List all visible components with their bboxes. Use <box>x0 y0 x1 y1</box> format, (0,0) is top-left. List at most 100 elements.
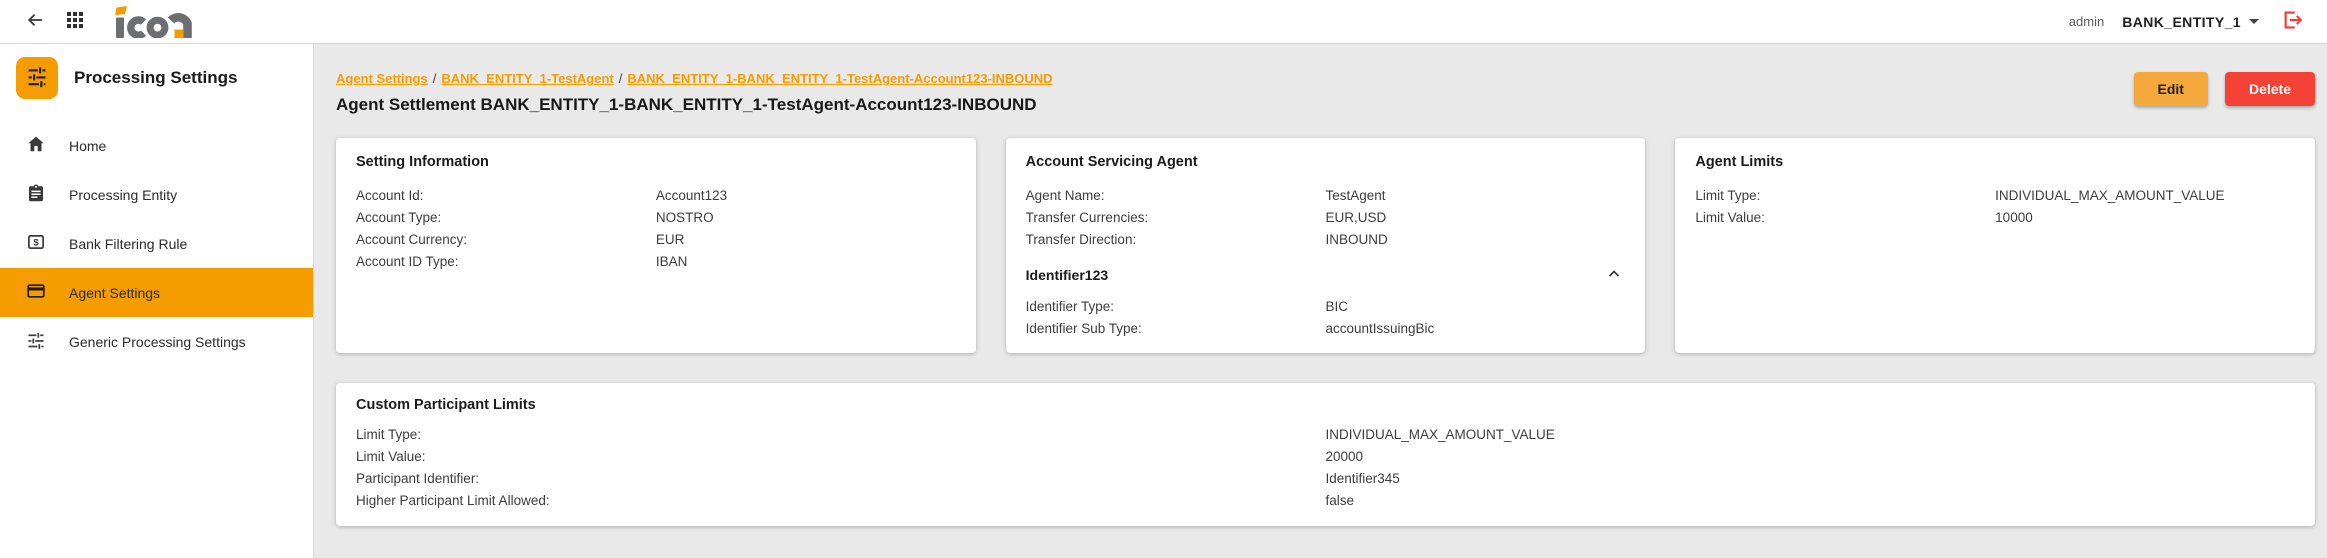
field-value: 10000 <box>1995 207 2295 229</box>
field-label: Transfer Direction: <box>1026 229 1326 251</box>
agent-limits-card: Agent Limits Limit Type:INDIVIDUAL_MAX_A… <box>1675 138 2315 353</box>
sidebar-item-label: Home <box>69 138 106 154</box>
field-label: Account ID Type: <box>356 251 656 273</box>
entity-selector[interactable]: BANK_ENTITY_1 <box>2122 14 2259 30</box>
breadcrumb-separator: / <box>433 71 437 86</box>
field-label: Limit Value: <box>1695 207 1995 229</box>
card-title: Account Servicing Agent <box>1026 154 1626 170</box>
field-label: Agent Name: <box>1026 185 1326 207</box>
sidebar-item-label: Generic Processing Settings <box>69 334 246 350</box>
sidebar-item-agent-settings[interactable]: Agent Settings <box>0 268 313 317</box>
cards-row: Setting Information Account Id:Account12… <box>336 138 2315 353</box>
field-row: Account Currency:EUR <box>356 229 956 251</box>
field-row: Account Type:NOSTRO <box>356 207 956 229</box>
field-row: Transfer Direction:INBOUND <box>1026 229 1626 251</box>
dollar-box-icon: $ <box>26 232 46 255</box>
edit-button[interactable]: Edit <box>2134 72 2208 106</box>
field-label: Higher Participant Limit Allowed: <box>356 490 1326 512</box>
field-label: Limit Type: <box>356 424 1326 446</box>
field-row: Limit Type:INDIVIDUAL_MAX_AMOUNT_VALUE <box>1695 185 2295 207</box>
field-value: false <box>1326 490 2296 512</box>
field-value: EUR,USD <box>1326 207 1626 229</box>
sidebar: Processing Settings Home Processing Enti… <box>0 44 314 558</box>
field-row: Limit Value:20000 <box>356 446 2295 468</box>
clipboard-icon <box>26 183 46 206</box>
field-row: Account Id:Account123 <box>356 185 956 207</box>
breadcrumb-link-settlement[interactable]: BANK_ENTITY_1-BANK_ENTITY_1-TestAgent-Ac… <box>627 71 1052 86</box>
field-value: BIC <box>1326 296 1626 318</box>
svg-text:$: $ <box>33 237 39 248</box>
breadcrumb-separator: / <box>619 71 623 86</box>
field-row: Account ID Type:IBAN <box>356 251 956 273</box>
sidebar-header: Processing Settings <box>0 44 313 113</box>
back-button[interactable] <box>20 7 50 37</box>
apps-menu-button[interactable] <box>60 7 90 37</box>
sidebar-item-processing-entity[interactable]: Processing Entity <box>0 170 313 219</box>
field-value: INDIVIDUAL_MAX_AMOUNT_VALUE <box>1326 424 2296 446</box>
field-label: Account Id: <box>356 185 656 207</box>
sidebar-item-generic-processing-settings[interactable]: Generic Processing Settings <box>0 317 313 366</box>
app-logo <box>114 6 214 38</box>
field-label: Account Type: <box>356 207 656 229</box>
custom-participant-limits-card: Custom Participant Limits Limit Type:IND… <box>336 383 2315 526</box>
processing-settings-tile <box>16 57 58 99</box>
topbar: admin BANK_ENTITY_1 <box>0 0 2327 44</box>
field-row: Transfer Currencies:EUR,USD <box>1026 207 1626 229</box>
sidebar-item-label: Agent Settings <box>69 285 160 301</box>
sidebar-item-bank-filtering-rule[interactable]: $ Bank Filtering Rule <box>0 219 313 268</box>
logout-icon <box>2281 9 2303 34</box>
field-row: Limit Value:10000 <box>1695 207 2295 229</box>
sidebar-item-home[interactable]: Home <box>0 121 313 170</box>
header-actions: Edit Delete <box>2134 72 2315 106</box>
breadcrumb-link-agent-settings[interactable]: Agent Settings <box>336 71 428 86</box>
field-row: Participant Identifier:Identifier345 <box>356 468 2295 490</box>
field-value: Identifier345 <box>1326 468 2296 490</box>
card-title: Custom Participant Limits <box>356 397 2295 413</box>
entity-name: BANK_ENTITY_1 <box>2122 14 2241 30</box>
field-value: EUR <box>656 229 956 251</box>
field-label: Identifier Type: <box>1026 296 1326 318</box>
main-content: Agent Settings / BANK_ENTITY_1-TestAgent / B… <box>314 44 2327 558</box>
field-value: INBOUND <box>1326 229 1626 251</box>
sidebar-nav: Home Processing Entity $ <box>0 121 313 366</box>
field-label: Identifier Sub Type: <box>1026 318 1326 340</box>
field-row: Limit Type:INDIVIDUAL_MAX_AMOUNT_VALUE <box>356 424 2295 446</box>
back-arrow-icon <box>25 10 45 33</box>
sidebar-title: Processing Settings <box>74 68 237 88</box>
identifier-section-header: Identifier123 <box>1026 264 1626 286</box>
setting-information-card: Setting Information Account Id:Account12… <box>336 138 976 353</box>
page-header: Agent Settings / BANK_ENTITY_1-TestAgent / B… <box>336 70 2315 115</box>
apps-grid-icon <box>66 11 84 32</box>
field-label: Limit Type: <box>1695 185 1995 207</box>
field-value: accountIssuingBic <box>1326 318 1626 340</box>
breadcrumb: Agent Settings / BANK_ENTITY_1-TestAgent / B… <box>336 70 1053 88</box>
collapse-identifier-button[interactable] <box>1603 264 1625 286</box>
field-value: IBAN <box>656 251 956 273</box>
tune-icon <box>26 330 46 353</box>
sidebar-item-label: Bank Filtering Rule <box>69 236 187 252</box>
sidebar-item-label: Processing Entity <box>69 187 177 203</box>
card-title: Agent Limits <box>1695 154 2295 170</box>
account-servicing-agent-card: Account Servicing Agent Agent Name:TestA… <box>1006 138 1646 353</box>
page-title: Agent Settlement BANK_ENTITY_1-BANK_ENTI… <box>336 95 1053 115</box>
identifier-section-title: Identifier123 <box>1026 267 1108 283</box>
logout-button[interactable] <box>2277 7 2307 37</box>
caret-down-icon <box>2249 19 2259 24</box>
field-label: Account Currency: <box>356 229 656 251</box>
field-label: Transfer Currencies: <box>1026 207 1326 229</box>
chevron-up-icon <box>1606 266 1622 285</box>
user-role-label: admin <box>2069 14 2104 29</box>
home-icon <box>26 134 46 157</box>
field-row: Identifier Type:BIC <box>1026 296 1626 318</box>
field-value: INDIVIDUAL_MAX_AMOUNT_VALUE <box>1995 185 2295 207</box>
field-label: Participant Identifier: <box>356 468 1326 490</box>
field-row: Identifier Sub Type:accountIssuingBic <box>1026 318 1626 340</box>
field-row: Higher Participant Limit Allowed:false <box>356 490 2295 512</box>
field-value: NOSTRO <box>656 207 956 229</box>
field-value: TestAgent <box>1326 185 1626 207</box>
breadcrumb-link-agent[interactable]: BANK_ENTITY_1-TestAgent <box>441 71 613 86</box>
delete-button[interactable]: Delete <box>2225 72 2315 106</box>
tune-icon <box>25 64 49 93</box>
credit-card-icon <box>26 281 46 304</box>
field-value: 20000 <box>1326 446 2296 468</box>
